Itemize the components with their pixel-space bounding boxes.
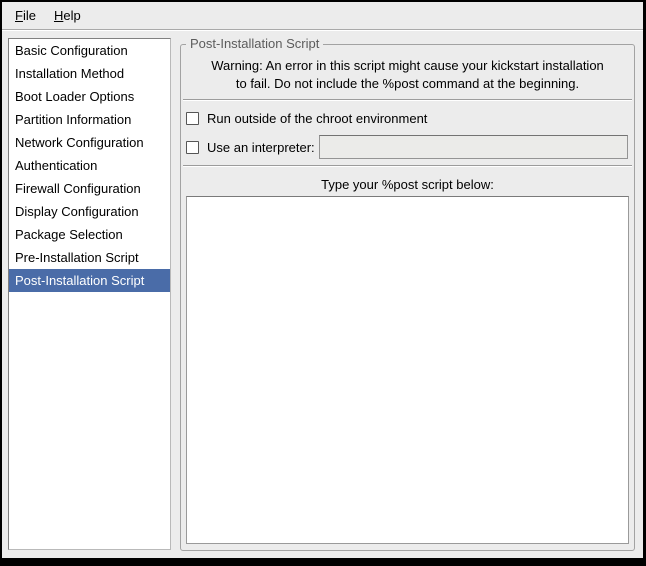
- sidebar-item-partition-information[interactable]: Partition Information: [9, 108, 170, 131]
- sidebar-item-firewall-configuration[interactable]: Firewall Configuration: [9, 177, 170, 200]
- warning-line-2: to fail. Do not include the %post comman…: [181, 75, 634, 93]
- warning-text: Warning: An error in this script might c…: [181, 45, 634, 93]
- menu-help-label: Help: [54, 8, 81, 23]
- interpreter-input[interactable]: [319, 135, 628, 159]
- chroot-checkbox[interactable]: [186, 112, 199, 125]
- section-list: Basic Configuration Installation Method …: [8, 38, 171, 550]
- interpreter-checkbox[interactable]: [186, 141, 199, 154]
- menu-help[interactable]: Help: [45, 4, 90, 27]
- sidebar-item-display-configuration[interactable]: Display Configuration: [9, 200, 170, 223]
- warning-line-1: Warning: An error in this script might c…: [181, 57, 634, 75]
- separator: [183, 165, 632, 167]
- sidebar-item-network-configuration[interactable]: Network Configuration: [9, 131, 170, 154]
- sidebar-item-installation-method[interactable]: Installation Method: [9, 62, 170, 85]
- post-script-textarea[interactable]: [186, 196, 629, 544]
- sidebar-item-package-selection[interactable]: Package Selection: [9, 223, 170, 246]
- frame-title: Post-Installation Script: [186, 36, 323, 51]
- sidebar-item-boot-loader-options[interactable]: Boot Loader Options: [9, 85, 170, 108]
- interpreter-row: Use an interpreter:: [186, 135, 628, 159]
- script-prompt-label: Type your %post script below:: [181, 177, 634, 192]
- menu-file[interactable]: File: [6, 4, 45, 27]
- menubar: File Help: [2, 2, 643, 30]
- kickstart-configurator-window: File Help Basic Configuration Installati…: [0, 0, 646, 566]
- post-installation-frame: Post-Installation Script Warning: An err…: [180, 44, 635, 551]
- separator: [183, 99, 632, 101]
- window-body: File Help Basic Configuration Installati…: [2, 2, 643, 558]
- menu-file-label: File: [15, 8, 36, 23]
- chroot-checkbox-label[interactable]: Run outside of the chroot environment: [207, 111, 427, 126]
- sidebar-item-pre-installation-script[interactable]: Pre-Installation Script: [9, 246, 170, 269]
- interpreter-checkbox-label[interactable]: Use an interpreter:: [207, 140, 315, 155]
- chroot-checkbox-row: Run outside of the chroot environment: [186, 109, 628, 127]
- sidebar-item-post-installation-script[interactable]: Post-Installation Script: [9, 269, 170, 292]
- sidebar-item-authentication[interactable]: Authentication: [9, 154, 170, 177]
- sidebar-item-basic-configuration[interactable]: Basic Configuration: [9, 39, 170, 62]
